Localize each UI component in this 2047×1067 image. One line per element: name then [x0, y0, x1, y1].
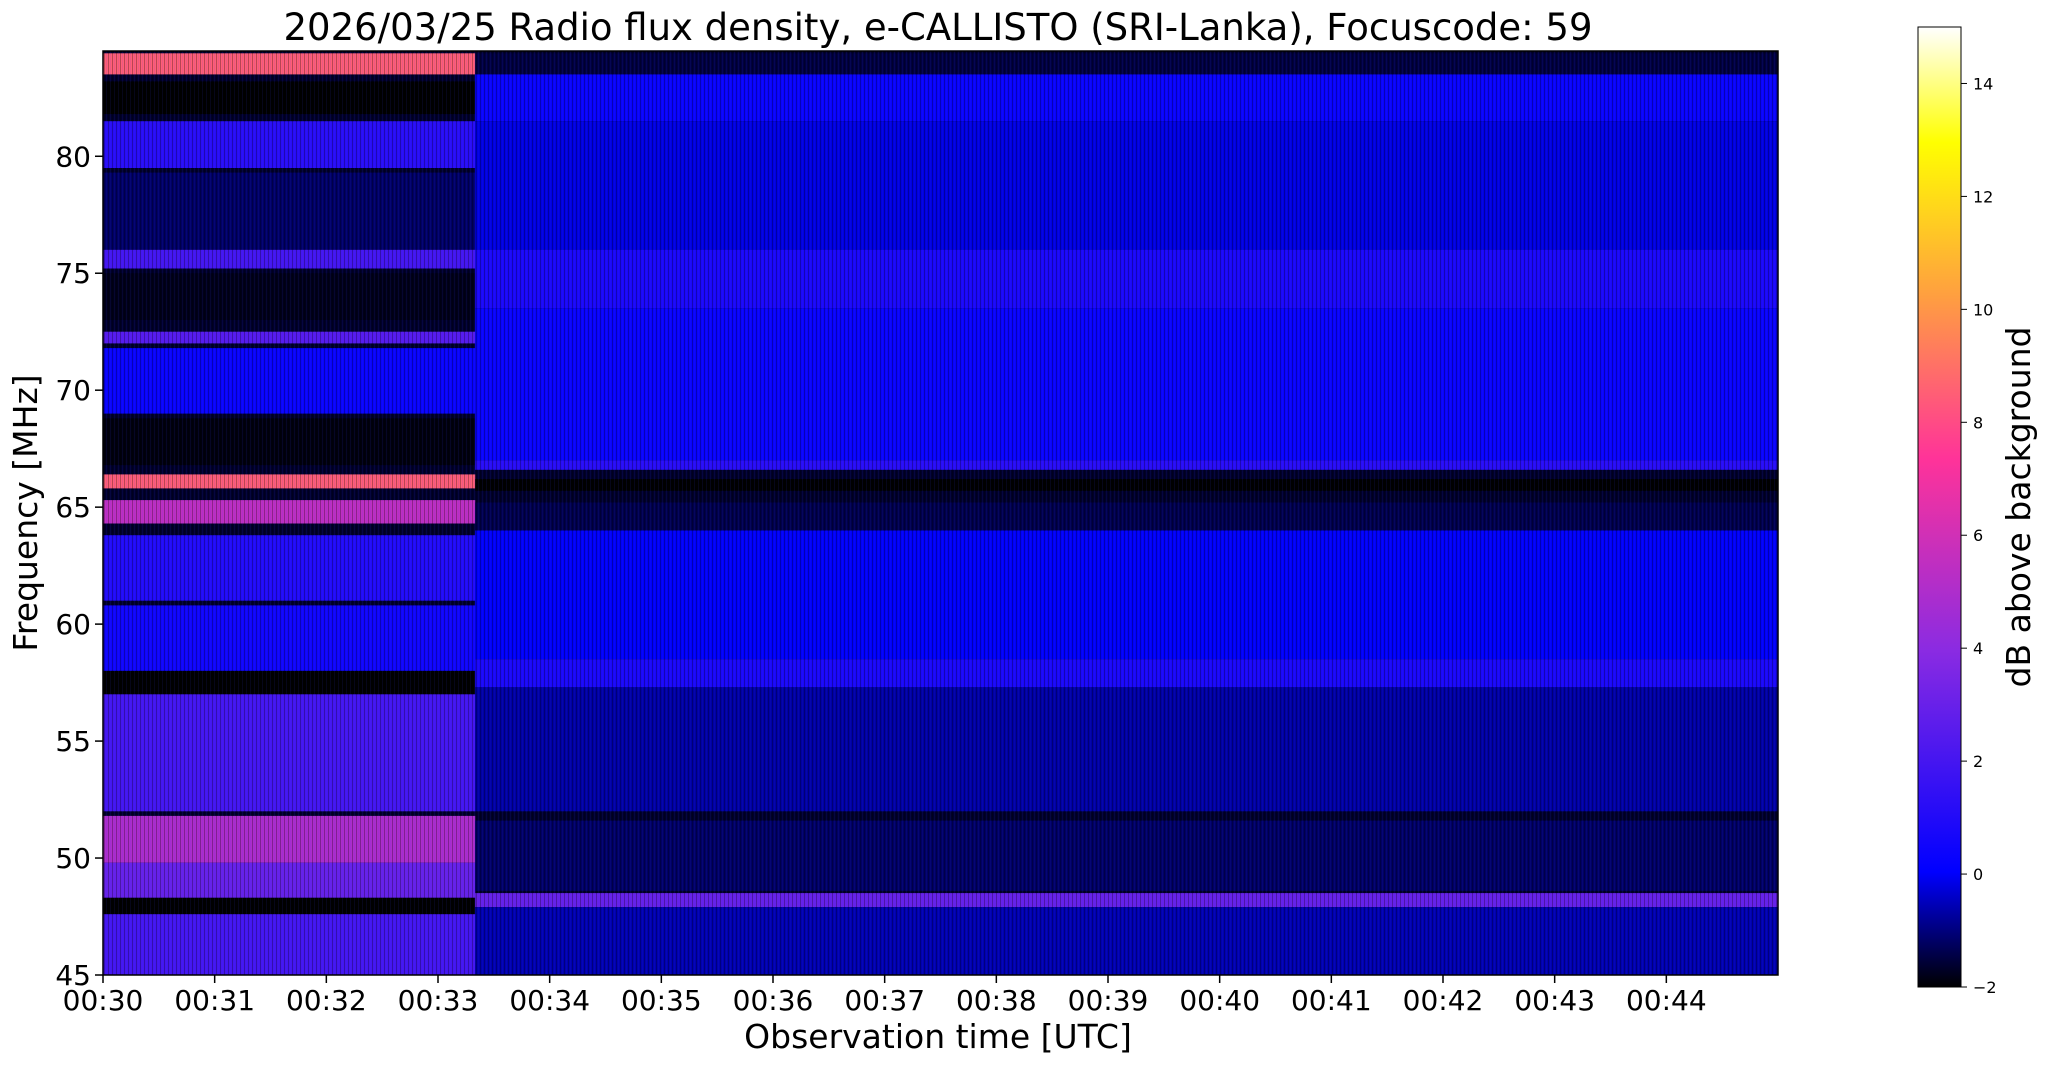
- colorbar-tick-label: −2: [1973, 978, 1997, 997]
- x-tick-label: 00:40: [1179, 984, 1260, 1017]
- y-tick-label: 55: [55, 725, 91, 758]
- y-tick-label: 80: [55, 140, 91, 173]
- colorbar-ticks: −2 0 2 4 6 8 10 12 14: [1961, 74, 1997, 997]
- colorbar-tick-label: 4: [1973, 639, 1983, 658]
- colorbar-tick-label: 10: [1973, 300, 1993, 319]
- x-tick-label: 00:44: [1626, 984, 1707, 1017]
- spectrogram-chart: 2026/03/25 Radio flux density, e-CALLIST…: [6, 6, 2038, 1056]
- colorbar-tick-label: 8: [1973, 413, 1983, 432]
- x-tick-label: 00:32: [286, 984, 367, 1017]
- x-axis-label: Observation time [UTC]: [744, 1017, 1132, 1056]
- colorbar-tick-label: 12: [1973, 187, 1993, 206]
- colorbar-tick-label: 0: [1973, 865, 1983, 884]
- x-axis: 00:30 00:31 00:32 00:33 00:34 00:35 00:36 00:37…: [63, 975, 1707, 1017]
- colorbar-tick-label: 14: [1973, 74, 1993, 93]
- x-tick-label: 00:36: [733, 984, 814, 1017]
- y-tick-label: 65: [55, 491, 91, 524]
- chart-title: 2026/03/25 Radio flux density, e-CALLIST…: [284, 6, 1593, 49]
- plot-area: [102, 50, 1779, 976]
- y-tick-label: 50: [55, 842, 91, 875]
- y-tick-label: 45: [55, 959, 91, 992]
- x-tick-label: 00:39: [1068, 984, 1149, 1017]
- colorbar-tick-label: 6: [1973, 526, 1983, 545]
- x-tick-label: 00:34: [509, 984, 590, 1017]
- y-tick-label: 70: [55, 374, 91, 407]
- y-axis: 45 50 55 60 65 70 75 80: [55, 140, 103, 992]
- x-tick-label: 00:35: [621, 984, 702, 1017]
- y-tick-label: 60: [55, 608, 91, 641]
- colorbar-tick-label: 2: [1973, 752, 1983, 771]
- x-tick-label: 00:43: [1514, 984, 1595, 1017]
- x-tick-label: 00:33: [398, 984, 479, 1017]
- x-tick-label: 00:31: [174, 984, 255, 1017]
- x-tick-label: 00:37: [844, 984, 925, 1017]
- x-tick-label: 00:38: [956, 984, 1037, 1017]
- x-tick-label: 00:41: [1291, 984, 1372, 1017]
- y-tick-label: 75: [55, 257, 91, 290]
- colorbar-gradient: [1917, 26, 1962, 988]
- y-axis-label: Frequency [MHz]: [6, 374, 45, 651]
- colorbar: −2 0 2 4 6 8 10 12 14 dB above background: [1917, 26, 2038, 997]
- colorbar-label: dB above background: [1999, 327, 2038, 688]
- x-tick-label: 00:42: [1403, 984, 1484, 1017]
- texture-overlay: [103, 51, 1778, 975]
